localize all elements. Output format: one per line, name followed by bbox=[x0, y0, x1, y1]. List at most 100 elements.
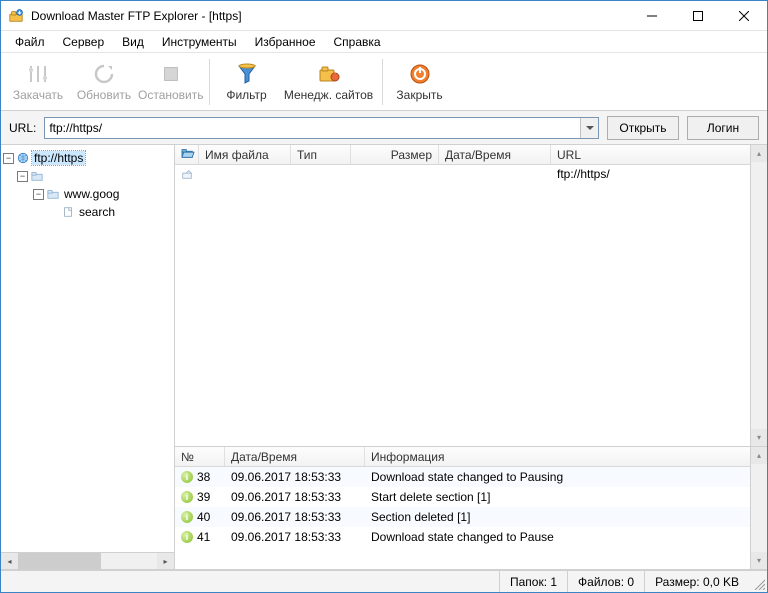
scroll-track[interactable] bbox=[751, 464, 767, 552]
collapse-icon[interactable]: − bbox=[33, 189, 44, 200]
log-num: i38 bbox=[175, 467, 225, 487]
main-pane: − ftp://https − − bbox=[1, 145, 767, 570]
col-size[interactable]: Размер bbox=[351, 145, 439, 164]
tree-node-search[interactable]: search bbox=[3, 203, 172, 221]
status-spacer bbox=[1, 571, 499, 592]
status-folders: Папок: 1 bbox=[499, 571, 567, 592]
menu-file[interactable]: Файл bbox=[7, 33, 53, 51]
scroll-thumb[interactable] bbox=[18, 553, 101, 569]
scroll-left-icon[interactable]: ◂ bbox=[1, 553, 18, 570]
col-url[interactable]: URL bbox=[551, 145, 767, 164]
file-grid-body[interactable]: ftp://https/ bbox=[175, 165, 767, 446]
tree-pane: − ftp://https − − bbox=[1, 145, 175, 569]
resize-grip[interactable] bbox=[749, 571, 767, 592]
tree-node-google[interactable]: − www.goog bbox=[3, 185, 172, 203]
download-button[interactable]: Закачать bbox=[5, 55, 71, 109]
tree[interactable]: − ftp://https − − bbox=[1, 145, 174, 225]
log-body[interactable]: i3809.06.2017 18:53:33Download state cha… bbox=[175, 467, 767, 569]
refresh-icon bbox=[92, 62, 116, 86]
log-datetime: 09.06.2017 18:53:33 bbox=[225, 487, 365, 507]
maximize-button[interactable] bbox=[675, 1, 721, 30]
toolbar-separator-2 bbox=[382, 59, 383, 105]
folder-icon bbox=[30, 169, 44, 183]
url-combo[interactable] bbox=[44, 117, 599, 139]
menubar: Файл Сервер Вид Инструменты Избранное Сп… bbox=[1, 31, 767, 53]
close-tab-button[interactable]: Закрыть bbox=[387, 55, 453, 109]
scroll-down-icon[interactable]: ▾ bbox=[751, 552, 767, 569]
table-row[interactable]: ftp://https/ bbox=[175, 165, 767, 183]
file-up-icon bbox=[175, 165, 199, 183]
toolbar: Закачать Обновить Остановить Фильтр Мен bbox=[1, 53, 767, 111]
log-row[interactable]: i3909.06.2017 18:53:33Start delete secti… bbox=[175, 487, 767, 507]
tree-root[interactable]: − ftp://https bbox=[3, 149, 172, 167]
open-button[interactable]: Открыть bbox=[607, 116, 679, 140]
close-button[interactable] bbox=[721, 1, 767, 30]
refresh-button[interactable]: Обновить bbox=[71, 55, 137, 109]
scroll-right-icon[interactable]: ▸ bbox=[157, 553, 174, 570]
tree-node-label: www.goog bbox=[62, 187, 121, 201]
file-size bbox=[351, 165, 439, 183]
sites-label: Менедж. сайтов bbox=[284, 88, 373, 102]
minimize-button[interactable] bbox=[629, 1, 675, 30]
collapse-icon[interactable]: − bbox=[17, 171, 28, 182]
menu-view[interactable]: Вид bbox=[114, 33, 152, 51]
log-header[interactable]: № Дата/Время Информация bbox=[175, 447, 767, 467]
file-date bbox=[439, 165, 551, 183]
info-icon: i bbox=[181, 471, 193, 483]
log-row[interactable]: i4109.06.2017 18:53:33Download state cha… bbox=[175, 527, 767, 547]
log-row[interactable]: i3809.06.2017 18:53:33Download state cha… bbox=[175, 467, 767, 487]
scroll-up-icon[interactable]: ▴ bbox=[751, 447, 767, 464]
scroll-down-icon[interactable]: ▾ bbox=[751, 429, 767, 446]
menu-favorites[interactable]: Избранное bbox=[247, 33, 324, 51]
file-type bbox=[291, 165, 351, 183]
sites-button[interactable]: Менедж. сайтов bbox=[280, 55, 378, 109]
menu-tools[interactable]: Инструменты bbox=[154, 33, 245, 51]
log-num: i39 bbox=[175, 487, 225, 507]
file-grid-header[interactable]: Имя файла Тип Размер Дата/Время URL bbox=[175, 145, 767, 165]
window-controls bbox=[629, 1, 767, 30]
login-button[interactable]: Логин bbox=[687, 116, 759, 140]
menu-help[interactable]: Справка bbox=[326, 33, 389, 51]
scroll-up-icon[interactable]: ▴ bbox=[751, 145, 767, 162]
file-grid[interactable]: Имя файла Тип Размер Дата/Время URL bbox=[175, 145, 767, 447]
log-num: i40 bbox=[175, 507, 225, 527]
power-icon bbox=[408, 62, 432, 86]
col-datetime[interactable]: Дата/Время bbox=[225, 447, 365, 466]
stop-button[interactable]: Остановить bbox=[137, 55, 205, 109]
window-title: Download Master FTP Explorer - [https] bbox=[31, 9, 242, 23]
menu-server[interactable]: Сервер bbox=[55, 33, 113, 51]
titlebar: Download Master FTP Explorer - [https] bbox=[1, 1, 767, 31]
log-vscrollbar[interactable]: ▴ ▾ bbox=[750, 447, 767, 569]
status-size: Размер: 0,0 KB bbox=[644, 571, 749, 592]
app-icon bbox=[7, 7, 25, 25]
col-num[interactable]: № bbox=[175, 447, 225, 466]
scroll-track[interactable] bbox=[18, 553, 157, 569]
sites-icon bbox=[317, 62, 341, 86]
filter-icon bbox=[235, 62, 259, 86]
col-date[interactable]: Дата/Время bbox=[439, 145, 551, 164]
right-pane: Имя файла Тип Размер Дата/Время URL bbox=[175, 145, 767, 569]
filter-label: Фильтр bbox=[226, 88, 266, 102]
close-label: Закрыть bbox=[396, 88, 442, 102]
url-dropdown[interactable] bbox=[580, 118, 598, 138]
log-row[interactable]: i4009.06.2017 18:53:33Section deleted [1… bbox=[175, 507, 767, 527]
scroll-track[interactable] bbox=[751, 162, 767, 429]
urlbar: URL: Открыть Логин bbox=[1, 111, 767, 145]
file-vscrollbar[interactable]: ▴ ▾ bbox=[750, 145, 767, 446]
info-icon: i bbox=[181, 531, 193, 543]
file-icon bbox=[61, 205, 75, 219]
statusbar: Папок: 1 Файлов: 0 Размер: 0,0 KB bbox=[1, 570, 767, 592]
log-message: Download state changed to Pausing bbox=[365, 467, 767, 487]
col-type[interactable]: Тип bbox=[291, 145, 351, 164]
col-icon[interactable] bbox=[175, 145, 199, 164]
log-message: Download state changed to Pause bbox=[365, 527, 767, 547]
filter-button[interactable]: Фильтр bbox=[214, 55, 280, 109]
tree-hscrollbar[interactable]: ◂ ▸ bbox=[1, 552, 174, 569]
toolbar-separator bbox=[209, 59, 210, 105]
collapse-icon[interactable]: − bbox=[3, 153, 14, 164]
col-name[interactable]: Имя файла bbox=[199, 145, 291, 164]
log-datetime: 09.06.2017 18:53:33 bbox=[225, 527, 365, 547]
col-info[interactable]: Информация bbox=[365, 447, 767, 466]
url-input[interactable] bbox=[45, 121, 580, 135]
tree-node-blank[interactable]: − bbox=[3, 167, 172, 185]
